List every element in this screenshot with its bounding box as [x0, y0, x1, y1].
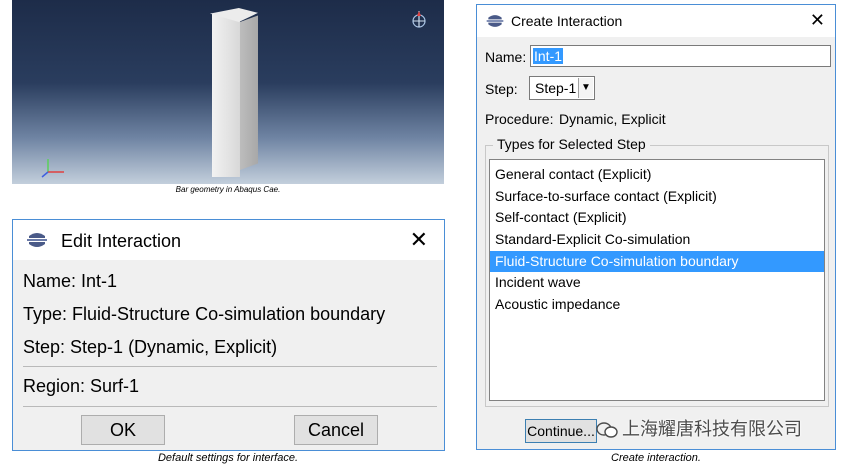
list-item[interactable]: Acoustic impedance — [490, 294, 824, 316]
list-item[interactable]: Self-contact (Explicit) — [490, 207, 824, 229]
chevron-down-icon[interactable]: ▼ — [578, 78, 593, 98]
model-viewport[interactable] — [12, 0, 444, 184]
step-select[interactable]: Step-1 ▼ — [529, 76, 595, 100]
ok-button[interactable]: OK — [81, 415, 165, 445]
divider — [23, 406, 437, 407]
create-interaction-dialog: Create Interaction ✕ Name: Int-1 Step: S… — [476, 4, 836, 450]
name-input-value: Int-1 — [533, 48, 564, 64]
name-input[interactable]: Int-1 — [530, 45, 831, 67]
close-icon[interactable]: ✕ — [810, 10, 825, 31]
divider — [23, 366, 437, 367]
step-select-value: Step-1 — [535, 80, 577, 96]
close-icon[interactable]: ✕ — [410, 229, 428, 251]
procedure-label: Procedure: — [485, 111, 554, 127]
viewport-caption: Bar geometry in Abaqus Cae. — [175, 185, 281, 194]
list-item[interactable]: Incident wave — [490, 272, 824, 294]
list-item-selected[interactable]: Fluid-Structure Co-simulation boundary — [490, 250, 824, 273]
wechat-icon — [596, 422, 618, 438]
continue-button[interactable]: Continue... — [525, 419, 597, 443]
edit-dialog-titlebar[interactable]: Edit Interaction ✕ — [13, 220, 444, 260]
list-item[interactable]: Standard-Explicit Co-simulation — [490, 229, 824, 251]
edit-region-row: Region: Surf-1 — [23, 376, 140, 396]
edit-interaction-dialog: Edit Interaction ✕ Name: Int-1 Type: Flu… — [12, 219, 445, 451]
types-list[interactable]: General contact (Explicit) Surface-to-su… — [489, 159, 825, 401]
cancel-button[interactable]: Cancel — [294, 415, 378, 445]
axis-triad-icon — [41, 159, 64, 178]
edit-type-row: Type: Fluid-Structure Co-simulation boun… — [23, 304, 386, 324]
abaqus-logo-icon — [27, 233, 47, 247]
edit-name-row: Name: Int-1 — [23, 271, 118, 291]
name-label: Name: — [485, 49, 527, 65]
create-dialog-titlebar[interactable]: Create Interaction ✕ — [477, 5, 835, 37]
procedure-value: Dynamic, Explicit — [559, 111, 666, 127]
bar-geometry-side — [240, 15, 258, 171]
view-compass-icon[interactable] — [410, 10, 428, 28]
step-label: Step: — [485, 81, 518, 97]
edit-dialog-title: Edit Interaction — [61, 231, 182, 251]
bar-geometry — [212, 14, 240, 177]
create-dialog-caption: Create interaction. — [611, 452, 701, 464]
list-item[interactable]: Surface-to-surface contact (Explicit) — [490, 186, 824, 208]
watermark: 上海耀唐科技有限公司 — [596, 415, 802, 441]
watermark-text: 上海耀唐科技有限公司 — [622, 419, 802, 439]
edit-step-row: Step: Step-1 (Dynamic, Explicit) — [23, 337, 278, 357]
create-dialog-title: Create Interaction — [511, 13, 623, 29]
list-item[interactable]: General contact (Explicit) — [490, 164, 824, 186]
abaqus-logo-icon — [486, 15, 504, 27]
types-group-label: Types for Selected Step — [493, 136, 650, 152]
edit-dialog-caption: Default settings for interface. — [157, 452, 298, 464]
